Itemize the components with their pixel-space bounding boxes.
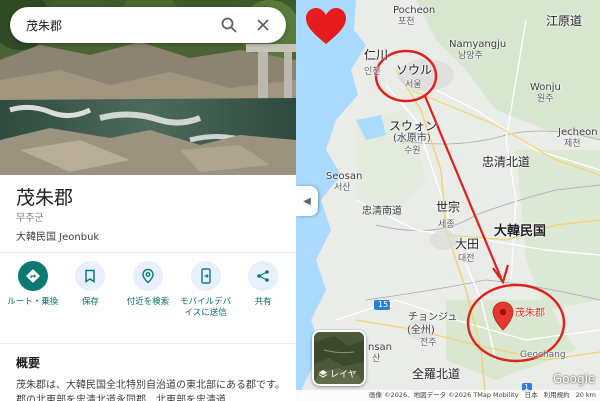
place-region: 大韓民国 Jeonbuk: [16, 232, 100, 243]
map-label-daejeon: 大田: [455, 237, 480, 251]
map-label-suwon: スウォン: [389, 119, 438, 133]
map-label-incheon: 仁川: [364, 48, 389, 62]
place-photo[interactable]: 茂朱郡: [0, 0, 296, 175]
map-label-namyangju: Namyangju: [449, 39, 507, 50]
map-label-wonju-ko: 원주: [537, 94, 554, 104]
nearby-circle: [132, 261, 163, 291]
divider: [0, 252, 296, 253]
search-input[interactable]: 茂朱郡: [26, 17, 208, 34]
send-circle: [190, 261, 221, 291]
map-label-sejong: 世宗: [436, 200, 461, 214]
map-label-pocheon-ko: 포천: [398, 17, 415, 27]
send-to-phone-label: モバイルデバイスに送信: [180, 297, 232, 318]
bookmark-icon: [85, 269, 96, 283]
map-label-seosan: Seosan: [326, 171, 363, 182]
collapse-panel-button[interactable]: ◀: [296, 186, 318, 216]
map-label-jeonju: チョンジュ: [408, 312, 458, 323]
action-buttons: ルート・乗換 保存 付近を検索 モバイルデバイスに送信 共有: [0, 261, 296, 319]
layers-icon: [318, 369, 328, 378]
side-panel: 茂朱郡 茂朱郡 무주군 大韓民国 Jeonbuk ルート・乗換 保存 付近を検索…: [0, 0, 296, 401]
search-button[interactable]: [216, 12, 242, 38]
share-label: 共有: [254, 297, 272, 307]
layer-label: レイヤ: [330, 370, 357, 380]
attribution-text: 画像 ©2026、地図データ ©2026 TMap Mobility: [369, 391, 519, 399]
close-icon: [257, 19, 269, 31]
nearby-search-button[interactable]: 付近を検索: [119, 261, 177, 319]
map-label-korea: 大韓民国: [494, 224, 547, 239]
overview-heading: 概要: [16, 356, 41, 370]
map-label-pocheon: Pocheon: [393, 5, 436, 16]
map-label-incheon-ko: 인천: [364, 67, 381, 77]
save-circle: [75, 261, 106, 291]
nearby-search-label: 付近を検索: [126, 297, 170, 307]
directions-icon: [25, 269, 40, 283]
map-label-gangwon: 江原道: [546, 14, 583, 28]
heart-icon: [306, 8, 346, 44]
send-to-phone-icon: [200, 268, 211, 284]
place-korean-name: 무주군: [16, 213, 44, 224]
map-label-jeonju-ko: 전주: [420, 338, 437, 348]
clear-search-button[interactable]: [250, 12, 276, 38]
map-label-muju[interactable]: 茂朱郡: [515, 308, 545, 319]
map-label-daejeon-ko: 대전: [458, 254, 475, 264]
map-label-seoul: ソウル: [396, 63, 433, 77]
map-label-gunsan-ko: 산: [372, 354, 381, 364]
map-label-namyangju-ko: 남양주: [458, 51, 483, 61]
map-label-sejong-ko: 세종: [438, 220, 455, 230]
layer-label-group: レイヤ: [318, 367, 357, 380]
share-icon: [257, 270, 269, 282]
attribution-terms-link[interactable]: 利用規約: [544, 390, 570, 401]
map-label-geochang: Geochang: [520, 350, 566, 360]
map-scale[interactable]: 20 km: [576, 390, 596, 401]
map-label-seoul-ko: 서울: [405, 80, 422, 90]
search-box[interactable]: 茂朱郡: [10, 7, 286, 43]
overview-text: 茂朱郡は、大韓民国全北特別自治道の東北部にある郡です。郡の北東部を忠清北道永同郡…: [16, 380, 285, 401]
save-label: 保存: [81, 297, 99, 307]
divider: [0, 343, 296, 344]
chevron-left-icon: ◀: [303, 195, 311, 207]
road-shield-151: 151: [378, 300, 394, 309]
map-label-chungbuk: 忠清北道: [482, 155, 531, 169]
layer-button[interactable]: レイヤ: [312, 330, 366, 386]
share-button[interactable]: 共有: [234, 261, 292, 319]
map-label-suwon-han: (水原市): [393, 133, 431, 144]
google-logo: Google: [553, 372, 596, 386]
map-label-gunsan: nsan: [368, 342, 393, 353]
directions-circle: [17, 261, 48, 291]
map-label-chungnam: 忠清南道: [362, 206, 402, 217]
map-label-wonju: Wonju: [530, 82, 561, 93]
save-button[interactable]: 保存: [62, 261, 120, 319]
map-label-suwon-ko: 수원: [404, 146, 421, 156]
map-label-jecheon-ko: 제천: [564, 139, 581, 149]
directions-label: ルート・乗換: [7, 297, 59, 307]
send-to-phone-button[interactable]: モバイルデバイスに送信: [177, 261, 235, 319]
map-label-jecheon: Jecheon: [558, 127, 598, 138]
search-icon: [221, 17, 237, 33]
map-label-jeolla: 全羅北道: [412, 367, 461, 381]
directions-button[interactable]: ルート・乗換: [4, 261, 62, 319]
attribution-country[interactable]: 日本: [525, 390, 538, 401]
map-attribution-bar: 画像 ©2026、地図データ ©2026 TMap Mobility 日本 利用…: [296, 390, 600, 401]
place-title: 茂朱郡: [16, 187, 74, 209]
map-label-jeonju-han: (全州): [407, 325, 435, 336]
share-circle: [248, 261, 279, 291]
nearby-search-icon: [142, 268, 154, 284]
map-label-seosan-ko: 서산: [334, 183, 351, 193]
